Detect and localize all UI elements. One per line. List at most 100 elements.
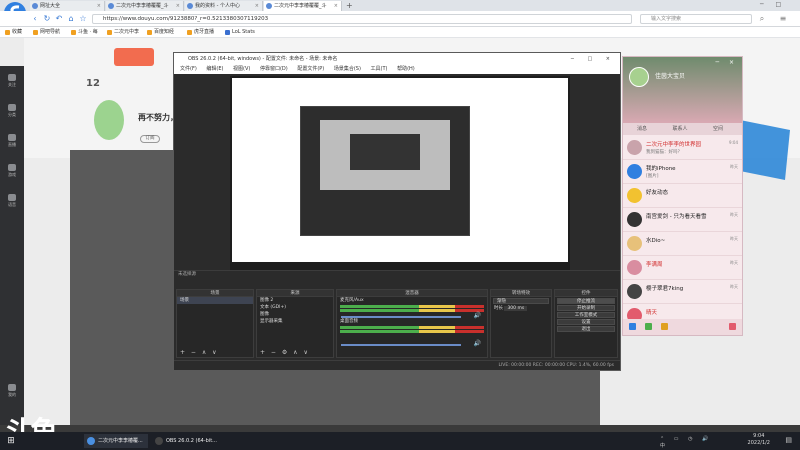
duration-input[interactable]: 300 ms (504, 306, 528, 311)
close-icon[interactable]: × (334, 1, 338, 11)
system-tray-icons[interactable]: ⌃ ▭ ◷ 🔊 中 (660, 436, 720, 449)
app-icon[interactable] (729, 323, 736, 330)
browser-tab[interactable]: 网址大全 × (30, 1, 105, 11)
source-item[interactable]: 图像 2 (257, 297, 333, 304)
source-item[interactable]: 文本 (GDI+) (257, 304, 333, 311)
home-icon[interactable]: ⌂ (66, 14, 76, 24)
scene-toolbar[interactable]: + − ∧ ∨ (177, 349, 253, 357)
window-controls[interactable]: ─ □ × (571, 53, 616, 65)
star-icon[interactable]: ☆ (78, 14, 88, 24)
windows-taskbar: ⊞ 二次元中李李椿覆... OBS 26.0.2 (64-bit... ⌃ ▭ … (0, 432, 800, 450)
volume-slider[interactable] (341, 344, 461, 346)
tab-label: 网址大全 (40, 3, 61, 9)
bookmark-item[interactable]: 收藏 (4, 28, 22, 37)
conversation-item[interactable]: 水Dio~ 昨天 (623, 232, 742, 256)
taskbar-item[interactable]: OBS 26.0.2 (64-bit... (152, 434, 217, 448)
transition-select[interactable]: 渐隐 (493, 298, 549, 304)
conversation-item[interactable]: 二次元中李李的世界园 我到猫猫：好吗？ 9:04 (623, 136, 742, 160)
mixer-dock: 混音器 麦克风/Aux 桌面音频 🔊 🔊 (336, 289, 488, 358)
close-icon[interactable]: × (176, 1, 180, 11)
bookmark-item[interactable]: 百度知经 (146, 28, 174, 37)
avatar[interactable] (629, 67, 649, 87)
follow-button[interactable]: 订阅 (140, 135, 160, 143)
menu-item-edit[interactable]: 编辑(E) (206, 66, 223, 72)
new-tab-button[interactable]: + (346, 1, 353, 10)
tab-contacts[interactable]: 联系人 (661, 123, 699, 135)
taskbar-item[interactable]: 二次元中李李椿覆... (84, 434, 148, 448)
url-input[interactable]: https://www.douyu.com/9123880?_r=0.52133… (92, 14, 632, 24)
menu-icon[interactable] (629, 323, 636, 330)
bookmark-item[interactable]: LoL Stats (224, 28, 255, 37)
search-input[interactable]: 输入文字搜索 (640, 14, 752, 24)
phone-icon (627, 164, 642, 179)
menu-icon[interactable]: ≡ (778, 14, 788, 24)
menu-item-tools[interactable]: 工具(T) (371, 66, 388, 72)
source-item[interactable]: 显示器采集 (257, 318, 333, 325)
exit-button[interactable]: 退出 (557, 326, 615, 332)
obs-menubar: 文件(F) 编辑(E) 视图(V) 停靠窗口(D) 配置文件(P) 场景集合(S… (174, 65, 620, 74)
conversation-item[interactable]: 我的iPhone [图片] 昨天 (623, 160, 742, 184)
close-icon[interactable]: × (97, 1, 101, 11)
source-toolbar-buttons[interactable]: + − ⚙ ∧ ∨ (257, 349, 333, 357)
refresh-icon[interactable]: ↻ (42, 14, 52, 24)
stop-streaming-button[interactable]: 停止推流 (557, 298, 615, 304)
menu-item-file[interactable]: 文件(F) (180, 66, 197, 72)
notification-icon[interactable]: ▤ (785, 436, 792, 444)
browser-tab[interactable]: 我的资料 - 个人中心 × (185, 1, 263, 11)
back-icon[interactable]: ‹ (30, 14, 40, 24)
tab-favicon-icon (187, 3, 193, 9)
search-icon[interactable]: ⌕ (757, 14, 767, 24)
volume-slider[interactable] (341, 316, 461, 318)
start-recording-button[interactable]: 开始录制 (557, 305, 615, 311)
studio-mode-button[interactable]: 工作室模式 (557, 312, 615, 318)
window-controls[interactable]: ─ × (715, 59, 738, 66)
sidebar-item-me[interactable]: 我的 (4, 384, 20, 400)
sidebar-item-live[interactable]: 直播 (4, 134, 20, 150)
conversation-item[interactable]: 南宫爱剑 - 只为看天看雪 昨天 (623, 208, 742, 232)
controls-header: 控件 (555, 290, 617, 297)
app-icon[interactable] (661, 323, 668, 330)
qq-username: 佳茵大宝贝 (655, 73, 686, 80)
conversation-time: 9:04 (729, 140, 738, 145)
conversation-name: 南宫爱剑 - 只为看天看雪 (646, 214, 707, 220)
no-source-label: 未选择源 (178, 272, 196, 277)
sidebar-item-game[interactable]: 游戏 (4, 164, 20, 180)
bookmark-item[interactable]: 虎牙直播 (186, 28, 214, 37)
menu-item-view[interactable]: 视图(V) (233, 66, 250, 72)
app-icon[interactable] (645, 323, 652, 330)
close-icon[interactable]: × (255, 1, 259, 11)
menu-item-profile[interactable]: 配置文件(P) (297, 66, 324, 72)
bookmark-item[interactable]: 网吧导航 (32, 28, 60, 37)
speaker-icon[interactable]: 🔊 (474, 312, 481, 319)
conversation-item[interactable]: 好友动态 (623, 184, 742, 208)
scene-item[interactable]: 场景 (177, 297, 253, 304)
clock[interactable]: 9:04 2022/1/2 (748, 433, 770, 447)
settings-button[interactable]: 设置 (557, 319, 615, 325)
menu-item-scene-collection[interactable]: 场景集合(S) (334, 66, 361, 72)
conversation-item[interactable]: 樱子翠君7king 昨天 (623, 280, 742, 304)
start-icon[interactable]: ⊞ (0, 434, 22, 448)
volume-meter (340, 326, 484, 329)
sidebar-item-follow[interactable]: 关注 (4, 74, 20, 90)
menu-item-help[interactable]: 帮助(H) (397, 66, 415, 72)
menu-item-docks[interactable]: 停靠窗口(D) (260, 66, 288, 72)
transitions-header: 转场特效 (491, 290, 551, 297)
speaker-icon[interactable]: 🔊 (474, 340, 481, 347)
sidebar-item-label: 语音 (8, 202, 16, 207)
browser-tab[interactable]: 二次元中李李椿覆覆_斗 × (106, 1, 184, 11)
sidebar-item-category[interactable]: 分类 (4, 104, 20, 120)
conversation-name: 我的iPhone (646, 166, 676, 172)
tab-messages[interactable]: 消息 (623, 123, 661, 135)
sidebar-item-voice[interactable]: 语音 (4, 194, 20, 210)
tab-space[interactable]: 空间 (699, 123, 737, 135)
sidebar-item-label: 直播 (8, 142, 16, 147)
source-item[interactable]: 图像 (257, 311, 333, 318)
obs-icon (155, 437, 163, 445)
bookmarks-bar: 收藏 网吧导航 斗鱼 · 每 二次元中李 百度知经 虎牙直播 LoL Stats (0, 27, 800, 38)
bookmark-item[interactable]: 二次元中李 (106, 28, 139, 37)
obs-preview[interactable] (230, 76, 570, 270)
bookmark-item[interactable]: 斗鱼 · 每 (70, 28, 98, 37)
browser-tab-active[interactable]: 二次元中李李椿覆覆_斗 × (264, 1, 342, 11)
undo-icon[interactable]: ↶ (54, 14, 64, 24)
conversation-item[interactable]: 李满周 昨天 (623, 256, 742, 280)
